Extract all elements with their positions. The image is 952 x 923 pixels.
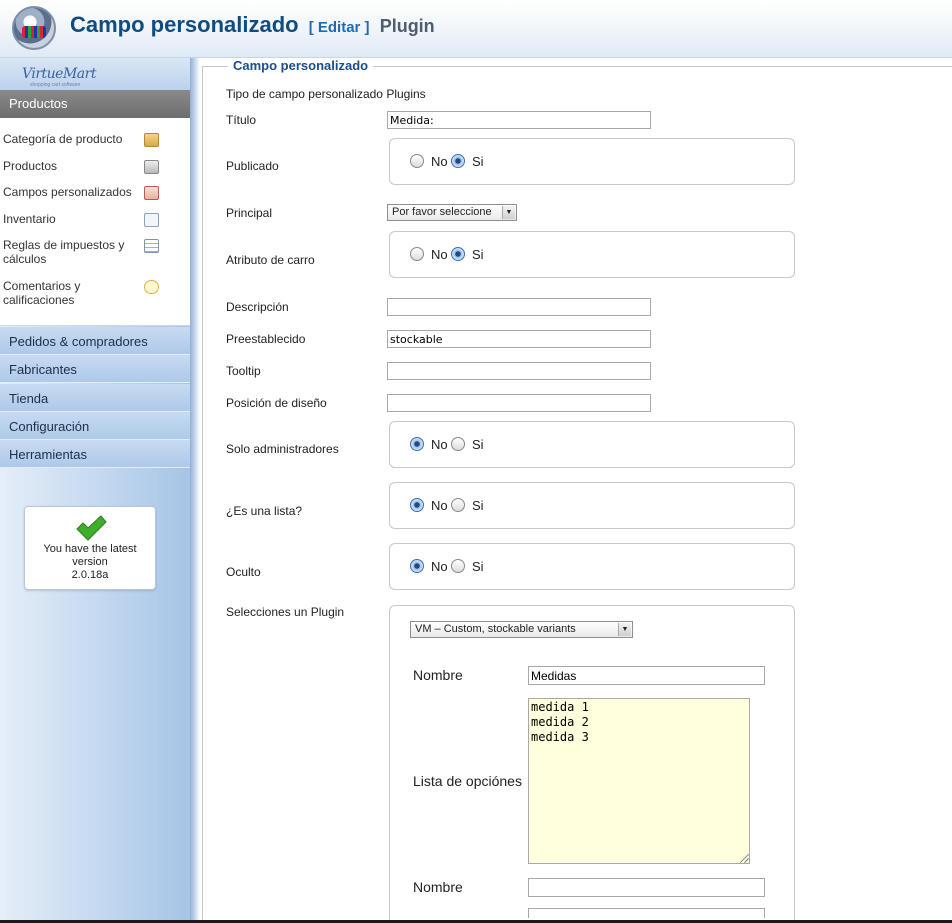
atributo-no-label[interactable]: No (431, 247, 448, 262)
oculto-no-label[interactable]: No (431, 559, 448, 574)
titulo-input[interactable] (387, 111, 651, 129)
tooltip-label: Tooltip (226, 364, 261, 378)
page-title-text: Campo personalizado (70, 12, 299, 37)
main-content: Campo personalizado Tipo de campo person… (200, 58, 952, 923)
version-number: 2.0.18a (71, 569, 109, 581)
es-lista-si-radio[interactable] (451, 498, 465, 512)
principal-label: Principal (226, 206, 273, 220)
custom-fields-icon (144, 186, 159, 200)
sidebar-menu-herramientas[interactable]: Herramientas (0, 440, 190, 468)
comment-icon (144, 280, 159, 294)
oculto-label: Oculto (226, 565, 261, 579)
plugin-select-value: VM – Custom, stockable variants (415, 623, 576, 635)
solo-admin-si-label[interactable]: Si (472, 437, 484, 452)
plugin-select-label: Selecciones un Plugin (226, 605, 345, 619)
joomla-logo-icon (12, 6, 56, 50)
sidebar-menu-tienda[interactable]: Tienda (0, 384, 190, 412)
es-lista-no-radio[interactable] (410, 498, 424, 512)
solo-admin-no-label[interactable]: No (431, 437, 448, 452)
version-message: You have the latest version 2.0.18a (25, 543, 155, 582)
lista-opciones-textarea[interactable]: medida 1 medida 2 medida 3 (528, 698, 750, 864)
posicion-label: Posición de diseño (226, 396, 327, 410)
version-notice: You have the latest version 2.0.18a (24, 506, 156, 590)
descripcion-input[interactable] (387, 298, 651, 316)
publicado-radio-group: No Si (389, 138, 795, 185)
titulo-label: Título (226, 113, 257, 127)
es-lista-si-label[interactable]: Si (472, 498, 484, 513)
chevron-down-icon: ▼ (502, 206, 515, 219)
checkmark-icon (76, 515, 107, 541)
plugin-next-input[interactable] (528, 908, 765, 918)
sidebar-menu-fabricantes[interactable]: Fabricantes (0, 355, 190, 383)
atributo-label: Atributo de carro (226, 253, 315, 267)
sidebar-divider (190, 58, 200, 923)
sidebar-item-campos[interactable]: Campos personalizados (3, 185, 132, 199)
page-header: Campo personalizado [ Editar ] Plugin (0, 0, 952, 58)
preestablecido-label: Preestablecido (226, 332, 306, 346)
atributo-si-label[interactable]: Si (472, 247, 484, 262)
oculto-si-label[interactable]: Si (472, 559, 484, 574)
solo-admin-si-radio[interactable] (451, 437, 465, 451)
publicado-si-radio[interactable] (451, 154, 465, 168)
solo-admin-no-radio[interactable] (410, 437, 424, 451)
publicado-label: Publicado (226, 159, 279, 173)
page-title: Campo personalizado [ Editar ] Plugin (70, 12, 435, 38)
oculto-no-radio[interactable] (410, 559, 424, 573)
chevron-down-icon: ▼ (618, 623, 631, 636)
fieldset-legend: Campo personalizado (228, 58, 374, 73)
sidebar-item-categoria[interactable]: Categoría de producto (3, 132, 122, 146)
es-lista-no-label[interactable]: No (431, 498, 448, 513)
tooltip-input[interactable] (387, 362, 651, 380)
box-icon (144, 160, 159, 174)
principal-select[interactable]: Por favor seleccione ▼ (387, 204, 517, 221)
plugin-nombre-input[interactable] (528, 666, 765, 685)
resize-handle-icon[interactable] (740, 854, 749, 863)
plugin-nombre-label: Nombre (413, 667, 463, 683)
es-lista-radio-group: No Si (389, 482, 795, 529)
atributo-radio-group: No Si (389, 231, 795, 278)
sidebar-menu-configuracion[interactable]: Configuración (0, 412, 190, 440)
brand-tagline: shopping cart software (30, 82, 81, 88)
atributo-si-radio[interactable] (451, 247, 465, 261)
oculto-si-radio[interactable] (451, 559, 465, 573)
solo-admin-radio-group: No Si (389, 421, 795, 468)
sidebar-item-inventario[interactable]: Inventario (3, 212, 56, 226)
version-line: You have the latest version (43, 543, 137, 568)
plugin-nombre2-input[interactable] (528, 878, 765, 897)
solo-admin-label: Solo administradores (226, 442, 339, 456)
atributo-no-radio[interactable] (410, 247, 424, 261)
edit-label: [ Editar ] (308, 19, 370, 36)
chart-icon (144, 213, 159, 227)
publicado-no-label[interactable]: No (431, 154, 448, 169)
preestablecido-input[interactable] (387, 330, 651, 348)
sidebar-section-productos[interactable]: Productos (0, 90, 190, 118)
plugin-nombre2-label: Nombre (413, 879, 463, 895)
principal-select-value: Por favor seleccione (392, 206, 492, 218)
sidebar-item-impuestos[interactable]: Reglas de impuestos y cálculos (3, 238, 138, 266)
brand-name: VirtueMart (22, 66, 96, 82)
sidebar-menu-pedidos[interactable]: Pedidos & compradores (0, 327, 190, 355)
descripcion-label: Descripción (226, 300, 289, 314)
virtuemart-logo[interactable]: VirtueMart shopping cart software (0, 58, 190, 90)
sidebar-item-comentarios[interactable]: Comentarios y calificaciones (3, 279, 123, 307)
publicado-si-label[interactable]: Si (472, 154, 484, 169)
sidebar: VirtueMart shopping cart software Produc… (0, 58, 190, 923)
calculator-icon (144, 239, 159, 253)
publicado-no-radio[interactable] (410, 154, 424, 168)
sidebar-item-productos[interactable]: Productos (3, 159, 57, 173)
oculto-radio-group: No Si (389, 543, 795, 590)
folder-icon (144, 133, 159, 147)
plugin-label: Plugin (379, 16, 435, 36)
field-type-text: Tipo de campo personalizado Plugins (226, 87, 426, 101)
posicion-input[interactable] (387, 394, 651, 412)
productos-submenu: Categoría de producto Productos Campos p… (0, 118, 190, 326)
es-lista-label: ¿Es una lista? (226, 504, 303, 518)
plugin-select[interactable]: VM – Custom, stockable variants ▼ (410, 621, 633, 638)
lista-opciones-label: Lista de opciónes (413, 773, 522, 789)
